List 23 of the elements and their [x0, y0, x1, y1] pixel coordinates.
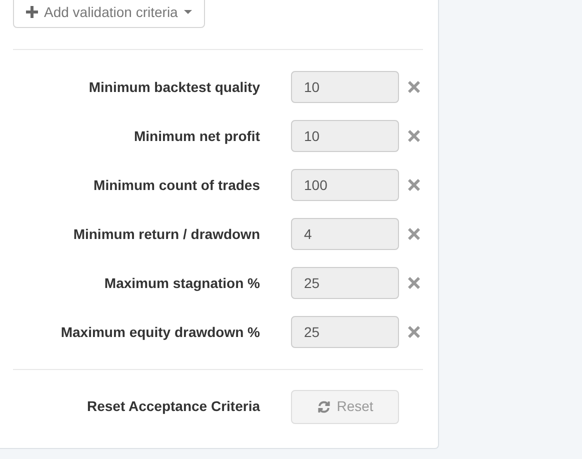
value-field[interactable]: 10 — [291, 71, 399, 103]
value-field[interactable]: 100 — [291, 169, 399, 201]
remove-icon[interactable] — [408, 228, 420, 240]
value-field[interactable]: 25 — [291, 267, 399, 299]
refresh-icon — [316, 400, 331, 414]
criterion-label: Maximum stagnation % — [103, 274, 260, 293]
plus-icon — [26, 6, 38, 18]
value-field[interactable]: 10 — [291, 120, 399, 152]
caret-icon — [184, 10, 192, 14]
add-criteria-button[interactable]: Add validation criteria — [13, 0, 205, 28]
criterion-label: Minimum return / drawdown — [72, 224, 260, 244]
value-field[interactable]: 4 — [291, 218, 399, 250]
criterion-label: Minimum backtest quality — [88, 78, 260, 97]
criterion-label: Minimum count of trades — [92, 176, 260, 194]
remove-icon[interactable] — [408, 326, 420, 338]
criterion-label: Maximum equity drawdown % — [60, 322, 260, 342]
remove-icon[interactable] — [408, 81, 420, 93]
reset-label: Reset Acceptance Criteria — [86, 397, 260, 416]
remove-icon[interactable] — [408, 277, 420, 289]
value-field[interactable]: 25 — [291, 316, 399, 348]
remove-icon[interactable] — [408, 130, 420, 142]
remove-icon[interactable] — [408, 179, 420, 191]
criterion-label: Minimum net profit — [133, 126, 260, 146]
